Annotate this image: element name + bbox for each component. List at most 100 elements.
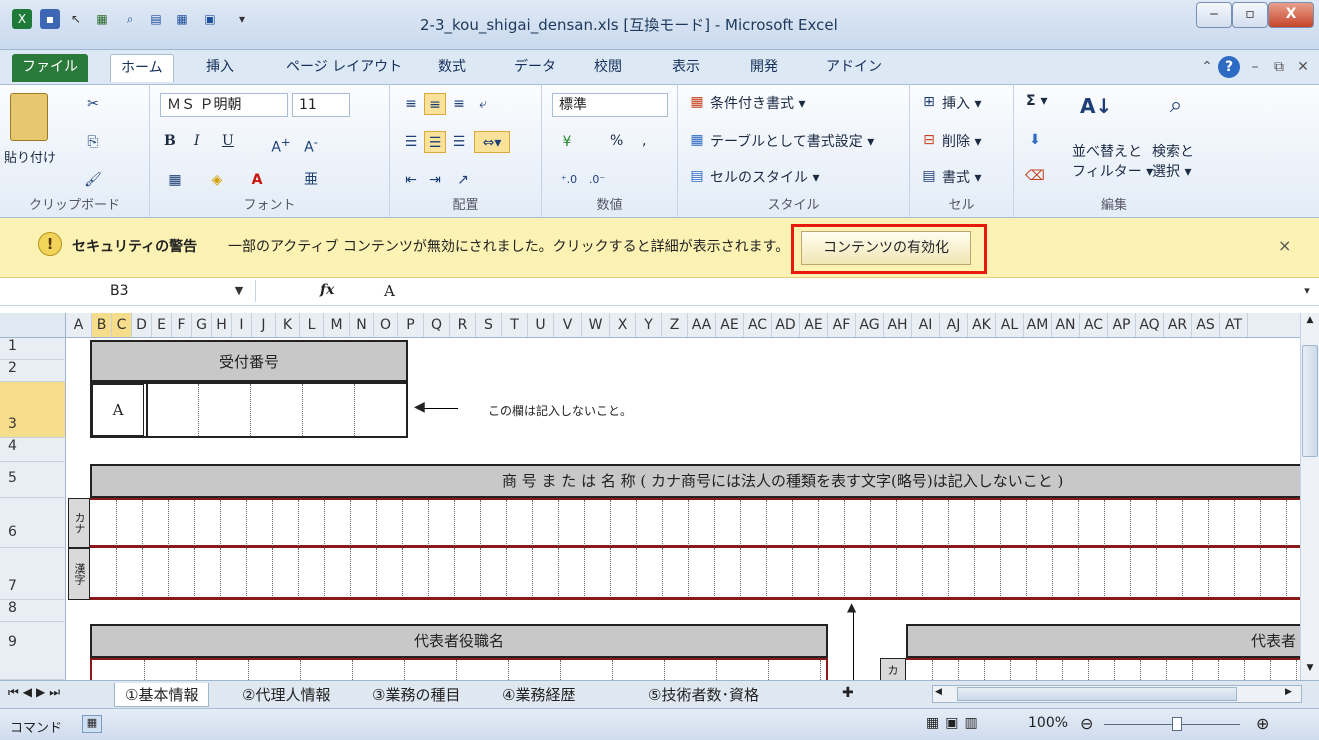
comma-button[interactable]: , xyxy=(642,133,646,149)
tab-addins[interactable]: アドイン xyxy=(816,54,892,82)
print-preview-icon[interactable]: ⌕ xyxy=(120,9,140,29)
merge-center-icon[interactable]: ⇔▾ xyxy=(474,131,510,153)
select-all-corner[interactable] xyxy=(0,313,66,337)
column-header-f[interactable]: F xyxy=(172,313,192,337)
zoom-out-icon[interactable]: ⊖ xyxy=(1080,714,1093,733)
find-label-1[interactable]: 検索と xyxy=(1152,141,1194,161)
tab-review[interactable]: 校閲 xyxy=(584,54,632,82)
column-header-a[interactable]: A xyxy=(66,313,92,337)
column-header-aq[interactable]: AQ xyxy=(1136,313,1164,337)
align-middle-icon[interactable]: ≡ xyxy=(424,93,446,115)
conditional-format-button[interactable]: 条件付き書式 ▾ xyxy=(710,93,805,113)
column-header-ag[interactable]: AG xyxy=(856,313,884,337)
table-icon[interactable]: ▤ xyxy=(146,9,166,29)
cell-styles-button[interactable]: セルのスタイル ▾ xyxy=(710,167,819,187)
tab-page-layout[interactable]: ページ レイアウト xyxy=(276,54,412,82)
function-icon[interactable]: fx xyxy=(320,282,334,298)
cursor-icon[interactable]: ↖ xyxy=(66,9,86,29)
tab-home[interactable]: ホーム xyxy=(110,54,174,82)
help-icon[interactable]: ? xyxy=(1218,56,1240,78)
currency-icon[interactable]: ¥ xyxy=(556,131,578,153)
decrease-indent-icon[interactable]: ⇤ xyxy=(400,169,422,191)
kana-name-row[interactable] xyxy=(90,498,1300,548)
column-header-aa[interactable]: AA xyxy=(688,313,716,337)
row-header-6[interactable]: 6 xyxy=(0,498,66,548)
format-painter-icon[interactable]: 🖌 xyxy=(82,169,104,191)
row-header-8[interactable]: 8 xyxy=(0,600,66,622)
column-header-an[interactable]: AN xyxy=(1052,313,1080,337)
column-header-m[interactable]: M xyxy=(324,313,350,337)
column-header-r[interactable]: R xyxy=(450,313,476,337)
column-header-b[interactable]: B xyxy=(92,313,112,337)
clear-icon[interactable]: ⌫ xyxy=(1024,165,1046,187)
column-header-am[interactable]: AM xyxy=(1024,313,1052,337)
sort-filter-button[interactable]: フィルター ▾ xyxy=(1072,161,1153,181)
security-close-button[interactable]: × xyxy=(1278,236,1291,255)
minimize-button[interactable]: ‒ xyxy=(1196,2,1232,28)
tab-developer[interactable]: 開発 xyxy=(740,54,788,82)
tab-formulas[interactable]: 数式 xyxy=(428,54,476,82)
view-mode-icons[interactable]: ▦▣▥ xyxy=(926,715,984,731)
phonetic-icon[interactable]: 亜 xyxy=(300,169,322,191)
sheet-tab-business-types[interactable]: ③業務の種目 xyxy=(364,683,468,707)
align-left-icon[interactable]: ☰ xyxy=(400,131,422,153)
column-header-ak[interactable]: AK xyxy=(968,313,996,337)
sort-filter-icon[interactable]: A↓ xyxy=(1080,95,1112,131)
tab-insert[interactable]: 挿入 xyxy=(196,54,244,82)
column-header-w[interactable]: W xyxy=(582,313,610,337)
column-header-ar[interactable]: AR xyxy=(1164,313,1192,337)
sheet-tab-engineers[interactable]: ⑤技術者数･資格 xyxy=(640,683,767,707)
number-format-select[interactable]: 標準 xyxy=(552,93,668,117)
horizontal-scroll-thumb[interactable] xyxy=(957,687,1237,701)
document-icon[interactable]: ▣ xyxy=(200,9,220,29)
security-warning-bar[interactable]: ! セキュリティの警告 一部のアクティブ コンテンツが無効にされました。クリック… xyxy=(0,218,1319,278)
increase-indent-icon[interactable]: ⇥ xyxy=(424,169,446,191)
window-close-icon[interactable]: ✕ xyxy=(1292,56,1314,78)
new-sheet-icon[interactable]: ✚ xyxy=(842,685,854,701)
receipt-prefix-cell[interactable]: A xyxy=(92,384,144,436)
column-header-ac[interactable]: AC xyxy=(744,313,772,337)
tab-file[interactable]: ファイル xyxy=(12,54,88,82)
scroll-up-icon[interactable]: ▲ xyxy=(1303,315,1317,329)
grow-font-icon[interactable]: A+ xyxy=(270,131,292,156)
orientation-icon[interactable]: ↗ xyxy=(452,169,474,191)
column-header-x[interactable]: X xyxy=(610,313,636,337)
shrink-font-icon[interactable]: A- xyxy=(300,131,322,156)
column-header-z[interactable]: Z xyxy=(662,313,688,337)
column-header-j[interactable]: J xyxy=(252,313,276,337)
increase-decimal-icon[interactable]: ⁺.0 xyxy=(558,169,580,191)
column-header-q[interactable]: Q xyxy=(424,313,450,337)
sheet-tab-basic-info[interactable]: ①基本情報 xyxy=(114,683,210,707)
horizontal-scrollbar[interactable]: ◀ ▶ xyxy=(932,685,1302,703)
row-header-2[interactable]: 2 xyxy=(0,360,66,382)
align-bottom-icon[interactable]: ≡ xyxy=(448,93,470,115)
row-header-4[interactable]: 4 xyxy=(0,438,66,462)
macro-record-icon[interactable]: ▦ xyxy=(82,715,102,733)
autosum-button[interactable]: Σ ▾ xyxy=(1026,93,1047,109)
align-right-icon[interactable]: ☰ xyxy=(448,131,470,153)
close-button[interactable]: X xyxy=(1268,2,1314,28)
sort-label-1[interactable]: 並べ替えと xyxy=(1072,141,1142,161)
column-header-al[interactable]: AL xyxy=(996,313,1024,337)
column-header-af[interactable]: AF xyxy=(828,313,856,337)
column-header-s[interactable]: S xyxy=(476,313,502,337)
row-header-5[interactable]: 5 xyxy=(0,462,66,498)
row-header-7[interactable]: 7 xyxy=(0,548,66,600)
column-header-ah[interactable]: AH xyxy=(884,313,912,337)
cut-icon[interactable]: ✂ xyxy=(82,93,104,115)
column-header-n[interactable]: N xyxy=(350,313,374,337)
security-warning-message[interactable]: 一部のアクティブ コンテンツが無効にされました。クリックすると詳細が表示されます… xyxy=(228,236,789,256)
worksheet[interactable]: 受付番号 A ◀ この欄は記入しないこと。 商 号 ま た は 名 称 ( カナ… xyxy=(66,338,1300,680)
decrease-decimal-icon[interactable]: .0⁻ xyxy=(586,169,608,191)
column-header-l[interactable]: L xyxy=(300,313,324,337)
format-cells-button[interactable]: 書式 ▾ xyxy=(942,167,981,187)
column-header-t[interactable]: T xyxy=(502,313,528,337)
window-minimize-icon[interactable]: – xyxy=(1244,56,1266,78)
tab-view[interactable]: 表示 xyxy=(662,54,710,82)
column-header-i[interactable]: I xyxy=(232,313,252,337)
column-header-as[interactable]: AS xyxy=(1192,313,1220,337)
column-header-ai[interactable]: AI xyxy=(912,313,940,337)
font-name-select[interactable]: ＭＳ Ｐ明朝 xyxy=(160,93,288,117)
ribbon-minimize-icon[interactable]: ⌃ xyxy=(1196,56,1218,78)
window-restore-icon[interactable]: ⧉ xyxy=(1268,56,1290,78)
